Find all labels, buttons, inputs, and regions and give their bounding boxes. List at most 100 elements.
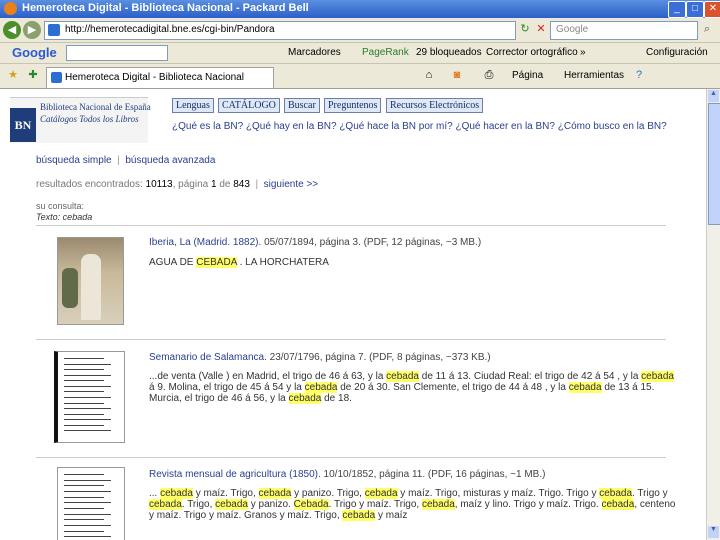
search-term-highlight: CEBADA <box>196 257 237 268</box>
search-term-highlight: cebada <box>288 393 322 404</box>
snippet-text: ...de venta (Valle ) en Madrid, el trigo… <box>149 371 387 382</box>
menu-recursos[interactable]: Recursos Electrónicos <box>386 98 484 113</box>
snippet-text: á 9. Molina, el trigo de 45 á 54 y la <box>149 382 305 393</box>
snippet-text: . LA HORCHATERA <box>236 257 329 268</box>
result-title-text: Iberia, La (Madrid. 1882). <box>149 237 262 248</box>
maximize-button[interactable]: □ <box>686 1 704 18</box>
google-search-input[interactable] <box>66 45 168 61</box>
back-button[interactable]: ◀ <box>3 21 21 39</box>
results-prefix: resultados encontrados: <box>36 179 143 190</box>
tab-favicon-icon <box>51 72 62 83</box>
tab-bar: ★ ✚ Hemeroteca Digital - Biblioteca Naci… <box>0 64 720 89</box>
results-separator: | <box>255 179 259 190</box>
close-window-button[interactable]: ✕ <box>704 1 720 18</box>
result-thumbnail[interactable] <box>54 351 125 443</box>
snippet-text: de 18. <box>321 393 352 404</box>
thumbnail-text-line <box>64 496 104 498</box>
toolbar-blocked-popups[interactable]: 29 bloqueados <box>416 47 482 58</box>
print-icon[interactable]: ⎙ <box>480 67 498 84</box>
snippet-text: . Trigo, <box>181 499 216 510</box>
result-title-text: Revista mensual de agricultura (1850). <box>149 469 321 480</box>
search-input[interactable]: Google <box>550 21 698 40</box>
search-advanced-link[interactable]: búsqueda avanzada <box>125 155 215 166</box>
thumbnail-text-line <box>64 385 111 387</box>
search-term-highlight: cebada <box>601 499 635 510</box>
toolbar-more-chevron[interactable]: » <box>580 47 586 58</box>
forward-button[interactable]: ▶ <box>23 21 41 39</box>
search-term-highlight: cebada <box>215 499 248 510</box>
thumbnail-text-line <box>64 397 111 398</box>
thumbnail-text-line <box>64 513 111 515</box>
scroll-thumb[interactable] <box>708 103 720 225</box>
result-thumbnail[interactable] <box>57 467 125 540</box>
toolbar-spellcheck[interactable]: Corrector ortográfico <box>486 47 578 58</box>
page-menu[interactable]: Página <box>512 70 543 81</box>
home-icon[interactable]: ⌂ <box>420 67 438 84</box>
next-page-link[interactable]: siguiente >> <box>264 179 319 190</box>
search-term-highlight: cebada <box>386 371 419 382</box>
address-bar[interactable]: http://hemerotecadigital.bne.es/cgi-bin/… <box>44 21 516 40</box>
query-value: Texto: cebada <box>36 212 93 222</box>
thumbnail-text-line <box>64 430 111 432</box>
snippet-text: y maíz <box>375 510 408 521</box>
divider <box>36 225 666 226</box>
rss-feed-icon[interactable]: ◙ <box>448 67 466 84</box>
thumbnail-text-line <box>64 485 104 487</box>
browser-app-icon <box>4 2 17 15</box>
result-title[interactable]: Semanario de Salamanca. 23/07/1796, pági… <box>149 352 491 363</box>
menu-preguntenos[interactable]: Preguntenos <box>324 98 382 113</box>
vertical-scrollbar[interactable]: ▲ ▼ <box>706 89 720 540</box>
faq-links[interactable]: ¿Qué es la BN? ¿Qué hay en la BN? ¿Qué h… <box>172 121 667 132</box>
page-favicon-icon <box>48 24 60 36</box>
menu-lenguas[interactable]: Lenguas <box>172 98 214 113</box>
help-icon[interactable]: ? <box>630 67 648 84</box>
thumbnail-text-line <box>64 402 104 404</box>
thumbnail-text-line <box>64 363 111 365</box>
stop-icon[interactable]: ✕ <box>532 21 550 38</box>
add-favorite-icon[interactable]: ✚ <box>24 67 42 84</box>
result-meta: 23/07/1796, página 7. (PDF, 8 páginas, ~… <box>269 352 491 363</box>
google-logo: Google <box>12 45 57 60</box>
thumbnail-text-line <box>64 530 104 532</box>
result-title[interactable]: Revista mensual de agricultura (1850). 1… <box>149 469 545 480</box>
search-term-highlight: cebada <box>149 499 182 510</box>
bne-logo[interactable]: BN Biblioteca Nacional de España Catálog… <box>10 97 151 143</box>
menu-buscar[interactable]: Buscar <box>284 98 320 113</box>
result-title[interactable]: Iberia, La (Madrid. 1882). 05/07/1894, p… <box>149 237 481 248</box>
bne-logo-name: Biblioteca Nacional de España <box>40 102 151 112</box>
tab-hemeroteca[interactable]: Hemeroteca Digital - Biblioteca Nacional <box>46 67 274 88</box>
thumbnail-text-line <box>64 408 111 410</box>
tools-menu[interactable]: Herramientas <box>564 70 624 81</box>
navigation-bar: ◀ ▶ http://hemerotecadigital.bne.es/cgi-… <box>0 18 720 43</box>
search-term-highlight: cebada <box>364 488 398 499</box>
toolbar-settings[interactable]: Configuración <box>646 47 708 58</box>
snippet-text: . Trigo y <box>632 488 668 499</box>
toolbar-pagerank[interactable]: PageRank <box>362 47 409 58</box>
search-term-highlight: cebada <box>304 382 338 393</box>
thumbnail-text-line <box>64 424 104 426</box>
query-info: su consulta: Texto: cebada <box>36 201 92 223</box>
bne-logo-motto: Catálogos Todos los Libros <box>40 114 139 124</box>
results-summary: resultados encontrados: 10113, página 1 … <box>36 179 319 190</box>
snippet-text: , maíz y lino. Trigo y maíz. Trigo. <box>454 499 602 510</box>
thumbnail-detail <box>62 268 78 308</box>
result-snippet: ...de venta (Valle ) en Madrid, el trigo… <box>149 371 679 404</box>
search-term-highlight: cebada <box>641 371 674 382</box>
minimize-button[interactable]: _ <box>668 1 686 18</box>
scroll-up-arrow-icon[interactable]: ▲ <box>708 90 719 102</box>
thumbnail-text-line <box>64 508 104 509</box>
result-meta: 10/10/1852, página 11. (PDF, 16 páginas,… <box>323 469 546 480</box>
search-term-highlight: cebada <box>421 499 455 510</box>
search-term-highlight: cebada <box>342 510 376 521</box>
favorites-star-icon[interactable]: ★ <box>4 67 22 84</box>
page-current: 1 <box>210 179 217 190</box>
toolbar-bookmarks[interactable]: Marcadores <box>288 47 341 58</box>
search-simple-link[interactable]: búsqueda simple <box>36 155 112 166</box>
search-magnifier-icon[interactable]: ⌕ <box>698 21 716 38</box>
window-title: Hemeroteca Digital - Biblioteca Nacional… <box>22 2 309 14</box>
menu-catalogo[interactable]: CATÁLOGO <box>218 98 280 113</box>
scroll-down-arrow-icon[interactable]: ▼ <box>708 526 719 538</box>
result-thumbnail[interactable] <box>57 237 124 325</box>
search-term-highlight: cebada <box>568 382 602 393</box>
search-modes: búsqueda simple | búsqueda avanzada <box>36 155 215 166</box>
